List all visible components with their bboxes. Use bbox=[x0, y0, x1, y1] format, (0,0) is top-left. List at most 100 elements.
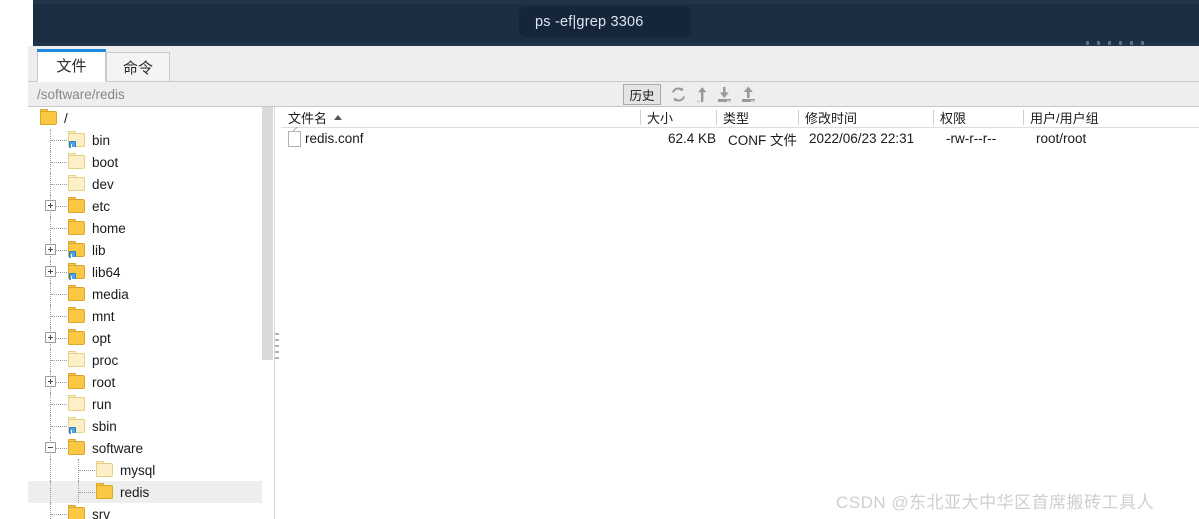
tree-item-bin[interactable]: bin bbox=[28, 129, 272, 151]
table-row[interactable]: redis.conf 62.4 KB CONF 文件 2022/06/23 22… bbox=[281, 126, 1199, 149]
tree-item-mnt[interactable]: mnt bbox=[28, 305, 272, 327]
column-header-mtime-label: 修改时间 bbox=[805, 111, 858, 126]
folder-icon bbox=[68, 395, 85, 411]
tree-item-sbin[interactable]: sbin bbox=[28, 415, 272, 437]
download-icon[interactable] bbox=[715, 85, 734, 104]
tree-item-lib64[interactable]: lib64 bbox=[28, 261, 272, 283]
tree-item-software[interactable]: software bbox=[28, 437, 272, 459]
symlink-overlay-icon bbox=[69, 251, 76, 258]
tree-item-srv[interactable]: srv bbox=[28, 503, 272, 519]
column-separator-3[interactable] bbox=[933, 110, 934, 125]
tree-guide-line bbox=[79, 470, 95, 471]
file-list-panel[interactable]: 文件名 大小 类型 修改时间 权限 用户/用户组 redis.conf 62.4 KB C… bbox=[281, 107, 1199, 519]
folder-icon bbox=[68, 219, 85, 235]
expand-toggle-icon[interactable] bbox=[45, 332, 56, 343]
column-header-perm[interactable]: 权限 bbox=[940, 107, 966, 128]
panel-tab-strip: 文件 命令 bbox=[28, 46, 1199, 82]
column-separator-4[interactable] bbox=[1023, 110, 1024, 125]
tree-item-proc[interactable]: proc bbox=[28, 349, 272, 371]
column-header-type-label: 类型 bbox=[723, 111, 750, 126]
column-separator-0[interactable] bbox=[640, 110, 641, 125]
splitter-grip-dots[interactable] bbox=[275, 333, 279, 361]
tree-item-etc[interactable]: etc bbox=[28, 195, 272, 217]
folder-icon bbox=[68, 241, 85, 258]
file-icon bbox=[288, 126, 301, 147]
column-header-type[interactable]: 类型 bbox=[723, 107, 749, 128]
folder-icon bbox=[68, 417, 85, 434]
tree-item-media[interactable]: media bbox=[28, 283, 272, 305]
tree-item-home[interactable]: home bbox=[28, 217, 272, 239]
tree-item-label: media bbox=[92, 286, 129, 302]
expand-toggle-icon[interactable] bbox=[45, 266, 56, 277]
tree-guide-line bbox=[51, 228, 67, 229]
refresh-icon[interactable] bbox=[669, 85, 688, 104]
folder-icon bbox=[68, 439, 85, 455]
column-header-size-label: 大小 bbox=[647, 111, 674, 126]
column-header-size[interactable]: 大小 bbox=[647, 107, 673, 128]
folder-icon bbox=[68, 131, 85, 148]
cell-size: 62.4 KB bbox=[667, 131, 716, 146]
tree-item-label: root bbox=[92, 374, 116, 390]
column-header-owner-label: 用户/用户组 bbox=[1030, 111, 1099, 126]
tab-commands[interactable]: 命令 bbox=[106, 52, 170, 82]
cell-mtime: 2022/06/23 22:31 bbox=[809, 131, 915, 146]
history-button-label: 历史 bbox=[629, 89, 655, 103]
expand-toggle-icon[interactable] bbox=[45, 244, 56, 255]
tree-item-label: run bbox=[92, 396, 112, 412]
cell-type: CONF 文件 bbox=[728, 132, 797, 148]
tree-item-label: dev bbox=[92, 176, 114, 192]
history-button[interactable]: 历史 bbox=[623, 84, 661, 105]
directory-tree-panel[interactable]: / bin boot dev etc home lib lib64 media mnt opt pro… bbox=[28, 107, 273, 519]
left-gutter bbox=[0, 0, 28, 519]
column-separator-2[interactable] bbox=[798, 110, 799, 125]
tree-item-root[interactable]: root bbox=[28, 371, 272, 393]
folder-icon bbox=[68, 263, 85, 280]
cell-owner: root/root bbox=[1036, 131, 1087, 146]
tree-item-run[interactable]: run bbox=[28, 393, 272, 415]
tree-item-label: mnt bbox=[92, 308, 115, 324]
tab-files[interactable]: 文件 bbox=[37, 49, 106, 82]
tree-item-label: opt bbox=[92, 330, 111, 346]
tree-guide-line bbox=[51, 404, 67, 405]
folder-icon bbox=[96, 483, 113, 499]
tree-item-label: srv bbox=[92, 506, 110, 519]
symlink-overlay-icon bbox=[69, 273, 76, 280]
tree-item-mysql[interactable]: mysql bbox=[28, 459, 272, 481]
parent-directory-icon[interactable] bbox=[693, 85, 712, 104]
folder-icon bbox=[68, 307, 85, 323]
tree-item-label: boot bbox=[92, 154, 119, 170]
tree-item-label: mysql bbox=[120, 462, 156, 478]
tree-item-opt[interactable]: opt bbox=[28, 327, 272, 349]
tree-item-dev[interactable]: dev bbox=[28, 173, 272, 195]
cell-perm: -rw-r--r-- bbox=[946, 131, 997, 146]
column-separator-1[interactable] bbox=[716, 110, 717, 125]
column-header-name[interactable]: 文件名 bbox=[288, 107, 343, 128]
tree-vertical-scrollbar[interactable] bbox=[262, 107, 273, 519]
path-input[interactable] bbox=[35, 82, 595, 107]
folder-icon bbox=[96, 461, 113, 477]
collapse-toggle-icon[interactable] bbox=[45, 442, 56, 453]
tree-item-root[interactable]: / bbox=[28, 107, 272, 129]
symlink-overlay-icon bbox=[69, 141, 76, 148]
column-header-mtime[interactable]: 修改时间 bbox=[805, 107, 857, 128]
tree-item-redis[interactable]: redis bbox=[28, 481, 272, 503]
tree-scrollbar-thumb[interactable] bbox=[262, 107, 273, 360]
tree-guide-line bbox=[79, 492, 95, 493]
expand-toggle-icon[interactable] bbox=[45, 200, 56, 211]
sort-ascending-icon bbox=[334, 115, 343, 120]
tree-item-boot[interactable]: boot bbox=[28, 151, 272, 173]
upload-icon[interactable] bbox=[739, 85, 758, 104]
tree-item-label: lib bbox=[92, 242, 106, 258]
header-grip-dots bbox=[1086, 41, 1144, 45]
terminal-session-tab[interactable]: ps -ef|grep 3306 bbox=[519, 7, 691, 37]
panel-splitter[interactable] bbox=[274, 107, 280, 519]
tree-item-lib[interactable]: lib bbox=[28, 239, 272, 261]
tree-guide-line bbox=[50, 481, 51, 503]
expand-toggle-icon[interactable] bbox=[45, 376, 56, 387]
column-header-owner[interactable]: 用户/用户组 bbox=[1030, 107, 1099, 128]
folder-icon bbox=[68, 197, 85, 213]
column-header-perm-label: 权限 bbox=[940, 111, 967, 126]
path-toolbar: 历史 bbox=[28, 82, 1199, 107]
folder-icon bbox=[68, 373, 85, 389]
tree-guide-line bbox=[51, 360, 67, 361]
